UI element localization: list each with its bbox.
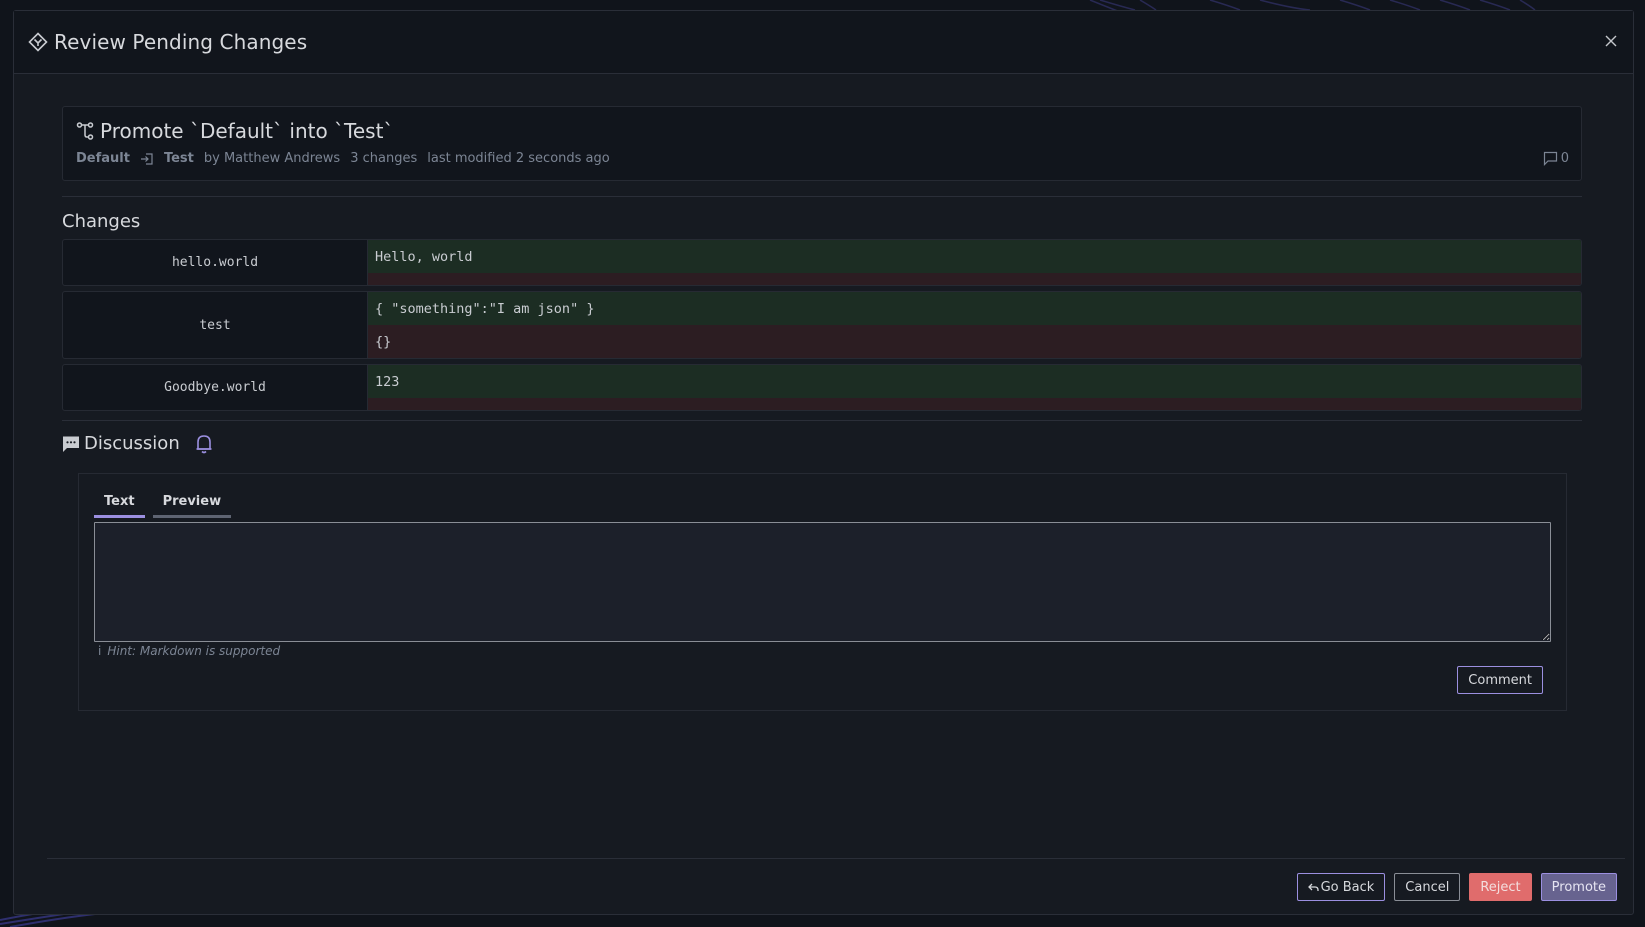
comment-count-badge: 0 xyxy=(1543,151,1569,166)
markdown-hint: i Hint: Markdown is supported xyxy=(98,644,1551,658)
change-row: test { "something":"I am json" } {} xyxy=(62,291,1582,359)
divider xyxy=(62,420,1582,421)
source-branch[interactable]: Default xyxy=(76,151,130,166)
new-value: Hello, world xyxy=(368,240,1581,273)
change-key: Goodbye.world xyxy=(63,365,368,410)
modal-header: Review Pending Changes xyxy=(14,11,1633,74)
change-count: 3 changes xyxy=(350,151,418,166)
modal-title: Review Pending Changes xyxy=(54,30,308,54)
footer-divider xyxy=(47,858,1625,859)
close-button[interactable] xyxy=(1599,29,1623,53)
changes-heading: Changes xyxy=(62,211,141,232)
last-modified: last modified 2 seconds ago xyxy=(427,151,610,166)
old-value xyxy=(368,398,1581,410)
change-key: test xyxy=(63,292,368,358)
promote-button[interactable]: Promote xyxy=(1540,873,1617,901)
chat-icon xyxy=(62,435,80,453)
promotion-diamond-icon xyxy=(28,32,48,52)
change-row: hello.world Hello, world xyxy=(62,239,1582,286)
comment-editor: Text Preview i Hint: Markdown is support… xyxy=(78,473,1567,711)
undo-arrow-icon xyxy=(1307,883,1319,891)
bell-icon xyxy=(196,434,212,453)
discussion-heading: Discussion xyxy=(84,433,180,454)
comment-icon xyxy=(1543,151,1557,166)
new-value: { "something":"I am json" } xyxy=(368,292,1581,325)
promotion-summary-card: Promote `Default` into `Test` Default Te… xyxy=(62,106,1582,181)
close-icon xyxy=(1605,35,1617,47)
review-modal: Review Pending Changes Promote `Default`… xyxy=(13,10,1634,915)
comment-textarea[interactable] xyxy=(94,522,1551,642)
modal-footer: Go Back Cancel Reject Promote xyxy=(1296,873,1617,901)
hint-text: Hint: Markdown is supported xyxy=(107,644,281,658)
comment-button[interactable]: Comment xyxy=(1457,666,1543,694)
promotion-title: Promote `Default` into `Test` xyxy=(100,119,394,143)
change-row: Goodbye.world 123 xyxy=(62,364,1582,411)
discussion-header: Discussion xyxy=(62,433,1582,454)
old-value xyxy=(368,273,1581,285)
reject-button[interactable]: Reject xyxy=(1469,873,1532,901)
divider xyxy=(62,196,1582,197)
arrow-into-icon xyxy=(140,152,154,166)
info-icon: i xyxy=(98,644,102,658)
cancel-button[interactable]: Cancel xyxy=(1394,873,1461,901)
change-key: hello.world xyxy=(63,240,368,285)
notification-bell-button[interactable] xyxy=(195,434,213,454)
tab-preview[interactable]: Preview xyxy=(152,494,232,518)
changes-list: hello.world Hello, world test { "somethi… xyxy=(62,239,1582,411)
author: by Matthew Andrews xyxy=(203,151,341,166)
tab-text[interactable]: Text xyxy=(94,494,145,518)
new-value: 123 xyxy=(368,365,1581,398)
git-merge-icon xyxy=(76,122,94,140)
editor-tabs: Text Preview xyxy=(94,494,1551,518)
target-branch[interactable]: Test xyxy=(164,151,194,166)
modal-content: Promote `Default` into `Test` Default Te… xyxy=(62,106,1582,711)
old-value: {} xyxy=(368,325,1581,358)
go-back-button[interactable]: Go Back xyxy=(1296,873,1386,901)
